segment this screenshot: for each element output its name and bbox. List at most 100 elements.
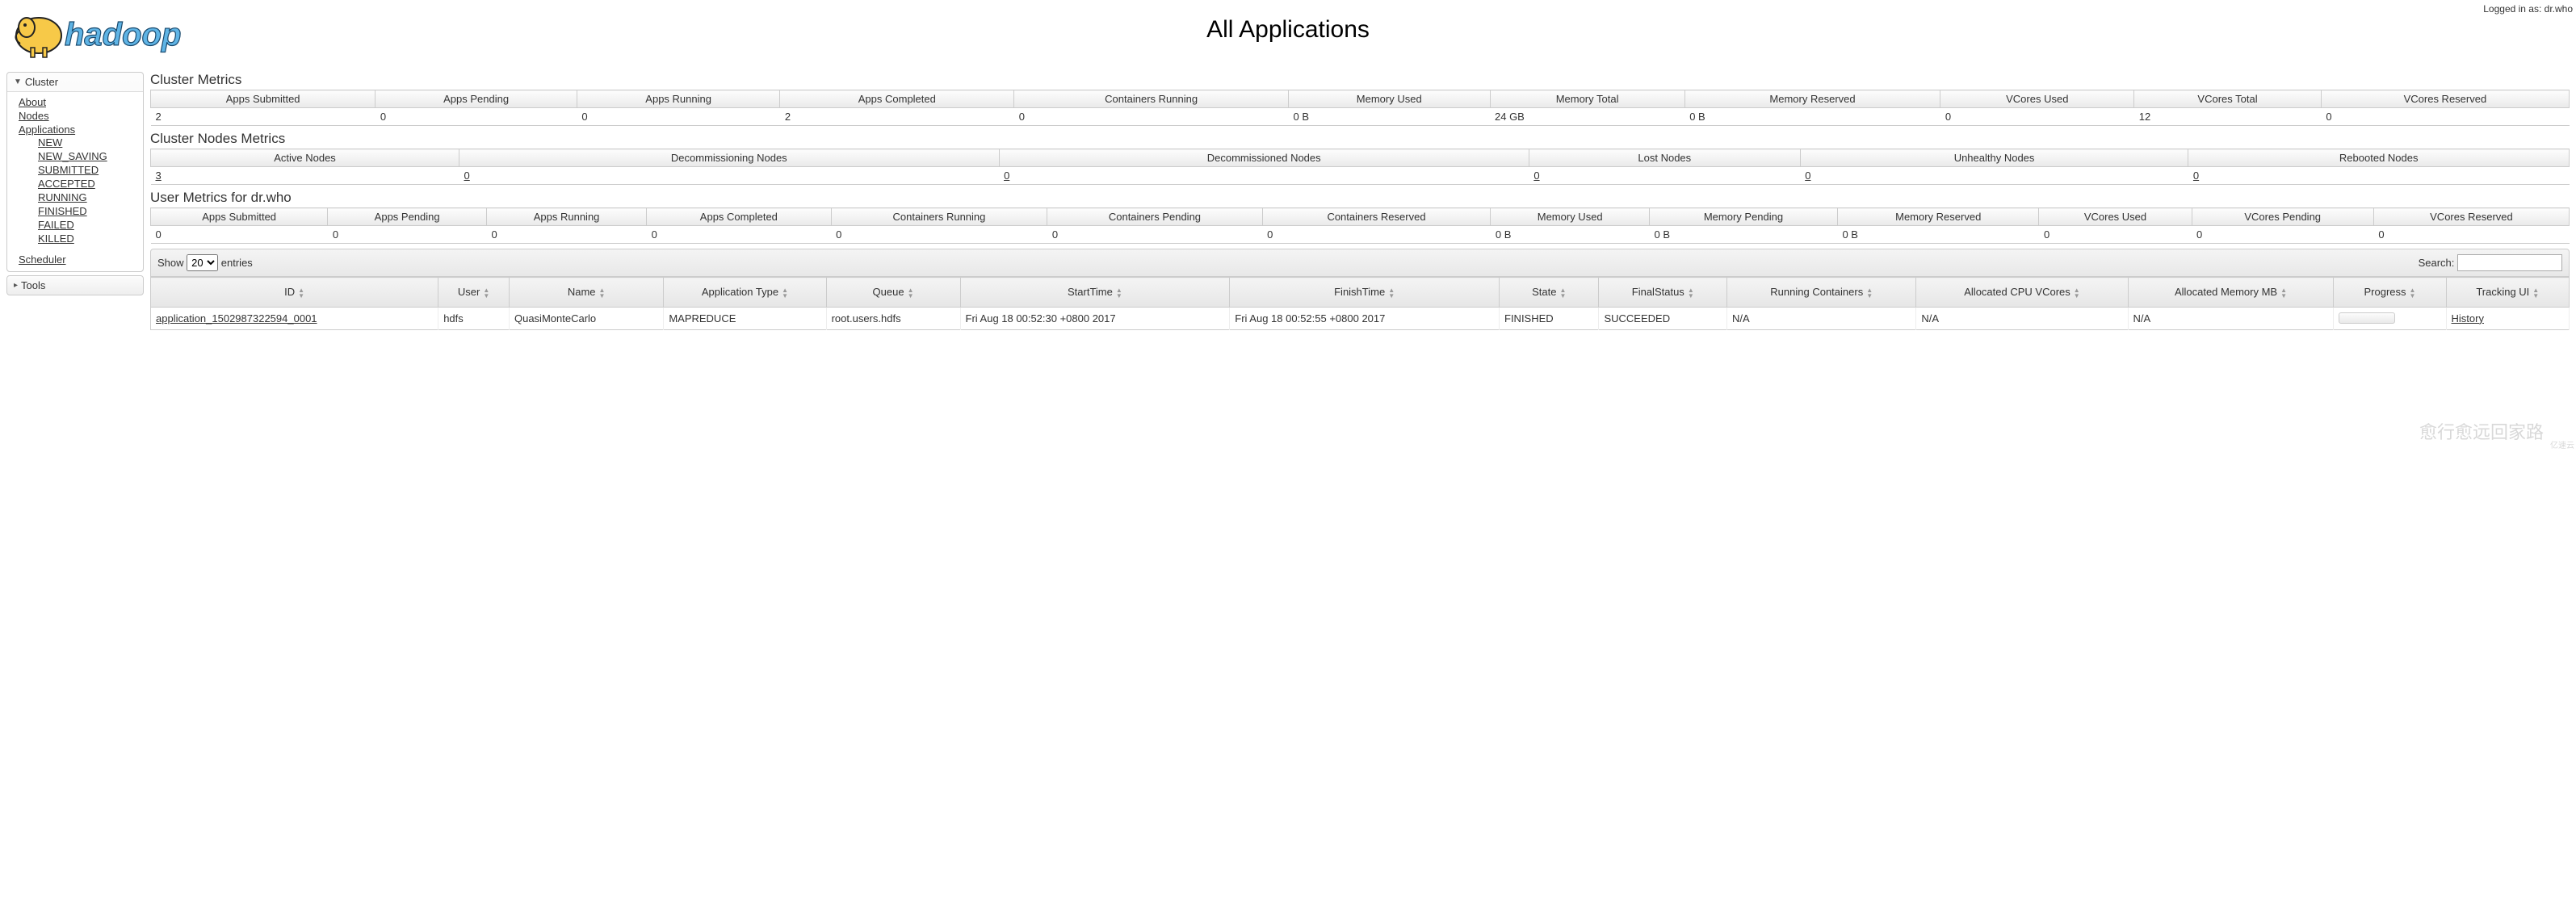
apps-column-header[interactable]: Progress▲▼ [2334, 278, 2446, 308]
apps-column-header[interactable]: Allocated Memory MB▲▼ [2128, 278, 2334, 308]
column-label: ID [284, 286, 295, 298]
column-label: FinishTime [1334, 286, 1385, 298]
watermark-corner: 亿速云 [2550, 438, 2574, 450]
metrics-header: Apps Running [577, 90, 779, 108]
apps-column-header[interactable]: Queue ▲▼ [826, 278, 960, 308]
metrics-link[interactable]: 0 [464, 170, 470, 182]
sidebar-tools-label: Tools [21, 279, 45, 291]
metrics-header: Memory Reserved [1684, 90, 1940, 108]
column-label: Name [568, 286, 596, 298]
metrics-header: Apps Pending [328, 208, 487, 226]
apps-column-header[interactable]: StartTime▲▼ [960, 278, 1230, 308]
cluster-nodes-metrics-table: Active NodesDecommissioning NodesDecommi… [150, 149, 2570, 185]
caret-right-icon: ▸ [14, 281, 18, 290]
sidebar-panel-tools: ▸ Tools [6, 275, 144, 295]
sidebar-link-state-killed[interactable]: KILLED [38, 232, 74, 245]
sidebar-link-nodes[interactable]: Nodes [19, 110, 49, 122]
metrics-header: Apps Completed [647, 208, 831, 226]
app-type: MAPREDUCE [664, 307, 826, 329]
apps-column-header[interactable]: State▲▼ [1500, 278, 1599, 308]
sort-icon: ▲▼ [483, 287, 489, 299]
sidebar-link-state-finished[interactable]: FINISHED [38, 205, 87, 217]
metrics-cell: 0 [1940, 108, 2134, 126]
metrics-cell: 3 [151, 167, 459, 185]
apps-column-header[interactable]: FinalStatus▲▼ [1599, 278, 1727, 308]
metrics-link[interactable]: 0 [1004, 170, 1009, 182]
app-name: QuasiMonteCarlo [509, 307, 663, 329]
datatable-length: Show 20 entries [157, 254, 253, 271]
sort-icon: ▲▼ [1866, 287, 1873, 299]
metrics-header: VCores Used [1940, 90, 2134, 108]
apps-column-header[interactable]: Running Containers▲▼ [1727, 278, 1916, 308]
applications-table: ID▲▼User▲▼Name▲▼Application Type▲▼Queue▲… [150, 277, 2570, 330]
sidebar-toggle-cluster[interactable]: ▼ Cluster [7, 73, 143, 91]
metrics-cell: 0 [2192, 226, 2373, 244]
metrics-header: VCores Reserved [2373, 208, 2569, 226]
metrics-cell: 0 [999, 167, 1529, 185]
metrics-cell: 0 [2039, 226, 2192, 244]
caret-down-icon: ▼ [14, 77, 22, 86]
column-label: User [458, 286, 480, 298]
metrics-link[interactable]: 0 [1533, 170, 1539, 182]
metrics-cell: 0 [151, 226, 328, 244]
metrics-header: Decommissioned Nodes [999, 149, 1529, 167]
app-tracking-link[interactable]: History [2452, 312, 2484, 325]
metrics-header: Memory Used [1289, 90, 1490, 108]
sidebar-link-about[interactable]: About [19, 96, 46, 108]
metrics-cell: 0 [647, 226, 831, 244]
sort-icon: ▲▼ [1559, 287, 1566, 299]
apps-column-header[interactable]: Application Type▲▼ [664, 278, 826, 308]
metrics-link[interactable]: 3 [156, 170, 162, 182]
sidebar-link-state-accepted[interactable]: ACCEPTED [38, 178, 95, 190]
metrics-header: Lost Nodes [1529, 149, 1800, 167]
metrics-header: VCores Used [2039, 208, 2192, 226]
sidebar-link-state-new_saving[interactable]: NEW_SAVING [38, 150, 107, 162]
column-label: FinalStatus [1632, 286, 1684, 298]
metrics-cell: 24 GB [1490, 108, 1684, 126]
apps-column-header[interactable]: ID▲▼ [151, 278, 438, 308]
metrics-cell: 0 [1014, 108, 1289, 126]
metrics-header: Containers Running [831, 208, 1047, 226]
metrics-link[interactable]: 0 [2193, 170, 2199, 182]
apps-column-header[interactable]: Tracking UI▲▼ [2446, 278, 2569, 308]
column-label: Queue [873, 286, 904, 298]
apps-column-header[interactable]: Name▲▼ [509, 278, 663, 308]
sidebar-link-state-running[interactable]: RUNNING [38, 191, 87, 203]
sidebar-link-state-new[interactable]: NEW [38, 136, 62, 149]
sidebar-cluster-label: Cluster [25, 76, 58, 88]
metrics-header: Apps Completed [780, 90, 1014, 108]
search-input[interactable] [2457, 254, 2562, 271]
metrics-header: Memory Used [1491, 208, 1650, 226]
app-id-link[interactable]: application_1502987322594_0001 [156, 312, 317, 325]
length-select[interactable]: 20 [187, 254, 218, 271]
apps-column-header[interactable]: User▲▼ [438, 278, 510, 308]
watermark-text: 愈行愈远回家路 [2419, 418, 2544, 444]
sidebar-toggle-tools[interactable]: ▸ Tools [7, 276, 143, 295]
column-label: Allocated Memory MB [2175, 286, 2277, 298]
sidebar-link-state-submitted[interactable]: SUBMITTED [38, 164, 99, 176]
sidebar-link-applications[interactable]: Applications [19, 124, 75, 136]
sort-icon: ▲▼ [1116, 287, 1122, 299]
sidebar-link-scheduler[interactable]: Scheduler [19, 253, 66, 266]
app-alloc-mem: N/A [2128, 307, 2334, 329]
metrics-cell: 2 [151, 108, 375, 126]
metrics-cell: 0 [2321, 108, 2569, 126]
sort-icon: ▲▼ [2410, 287, 2416, 299]
apps-column-header[interactable]: FinishTime▲▼ [1230, 278, 1500, 308]
page-title: All Applications [1206, 16, 1370, 44]
metrics-header: VCores Reserved [2321, 90, 2569, 108]
metrics-cell: 0 B [1837, 226, 2039, 244]
apps-column-header[interactable]: Allocated CPU VCores▲▼ [1916, 278, 2128, 308]
metrics-cell: 0 [1262, 226, 1491, 244]
app-user: hdfs [438, 307, 510, 329]
metrics-header: Active Nodes [151, 149, 459, 167]
sort-icon: ▲▼ [908, 287, 914, 299]
metrics-cell: 0 [1047, 226, 1262, 244]
app-state: FINISHED [1500, 307, 1599, 329]
metrics-header: Containers Reserved [1262, 208, 1491, 226]
cluster-metrics-title: Cluster Metrics [150, 72, 2570, 88]
sidebar-link-state-failed[interactable]: FAILED [38, 219, 74, 231]
metrics-link[interactable]: 0 [1805, 170, 1810, 182]
column-label: Tracking UI [2476, 286, 2529, 298]
svg-text:hadoop: hadoop [65, 17, 181, 52]
